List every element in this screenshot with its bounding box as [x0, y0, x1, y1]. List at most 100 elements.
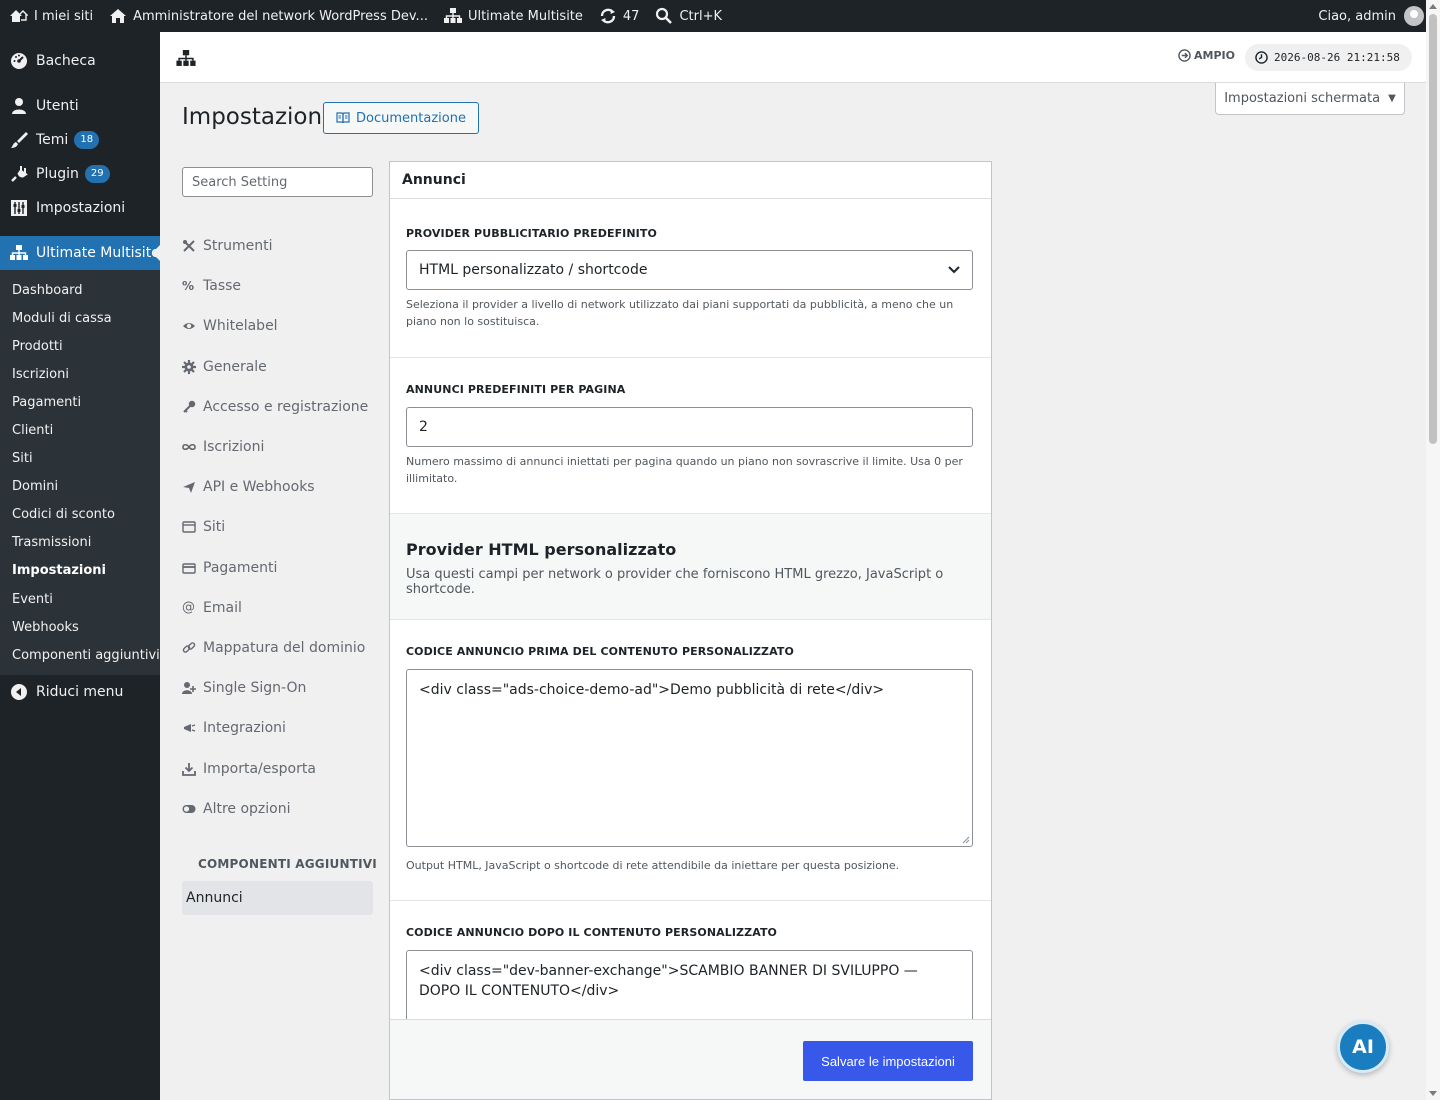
- ultimate-multisite-menu[interactable]: Ultimate Multisite: [436, 0, 591, 32]
- tools-icon: [183, 240, 195, 252]
- nav-single-sign-on[interactable]: Single Sign-On: [182, 668, 373, 708]
- submenu-checkout-forms[interactable]: Moduli di cassa: [0, 304, 160, 332]
- search-setting-input[interactable]: [182, 167, 373, 197]
- collapse-menu-label: Riduci menu: [36, 684, 124, 701]
- network-icon: [176, 50, 196, 66]
- paper-plane-icon: [183, 482, 195, 494]
- scrollbar-thumb[interactable]: [1429, 14, 1437, 444]
- save-settings-button[interactable]: Salvare le impostazioni: [803, 1041, 973, 1081]
- submenu-dashboard[interactable]: Dashboard: [0, 276, 160, 304]
- clock-icon: [1255, 51, 1268, 64]
- my-sites-label: I miei siti: [34, 8, 94, 24]
- plugin-icon: [11, 166, 28, 182]
- scroll-down-arrow[interactable]: [1429, 1091, 1437, 1096]
- documentation-button[interactable]: Documentazione: [323, 102, 479, 134]
- submenu-payments[interactable]: Pagamenti: [0, 388, 160, 416]
- addons-section-label: COMPONENTI AGGIUNTIVI: [198, 857, 377, 871]
- toggle-icon: [182, 804, 196, 813]
- nav-email[interactable]: @ Email: [182, 588, 373, 628]
- user-add-icon: [182, 682, 196, 695]
- updates-menu[interactable]: 47: [591, 0, 648, 32]
- nav-sites-label: Siti: [203, 519, 226, 536]
- nav-integrations[interactable]: Integrazioni: [182, 708, 373, 748]
- menu-settings-label: Impostazioni: [36, 200, 126, 216]
- submenu-memberships[interactable]: Iscrizioni: [0, 360, 160, 388]
- infinity-icon: [182, 443, 196, 451]
- search-shortcut-label: Ctrl+K: [679, 8, 723, 24]
- chevron-down-icon: [948, 266, 960, 274]
- admin-sidebar: Bacheca Utenti Temi 18 Plugin 29 Imposta…: [0, 32, 160, 1100]
- clock-badge: 2026-08-26 21:21:58: [1245, 44, 1412, 71]
- menu-settings[interactable]: Impostazioni: [0, 191, 160, 225]
- before-content-description: Output HTML, JavaScript o shortcode di r…: [406, 859, 900, 872]
- per-page-label: ANNUNCI PREDEFINITI PER PAGINA: [406, 383, 626, 396]
- nav-general[interactable]: Generale: [182, 347, 373, 387]
- nav-sites[interactable]: Siti: [182, 507, 373, 547]
- nav-login-registration-label: Accesso e registrazione: [203, 398, 369, 415]
- nav-api-webhooks[interactable]: API e Webhooks: [182, 467, 373, 507]
- ai-assistant-button[interactable]: AI: [1337, 1021, 1389, 1073]
- multisite-submenu: Dashboard Moduli di cassa Prodotti Iscri…: [0, 270, 160, 676]
- screen-options-label: Impostazioni schermata: [1224, 91, 1381, 106]
- nav-import-export[interactable]: Importa/esporta: [182, 748, 373, 788]
- submenu-customers[interactable]: Clienti: [0, 416, 160, 444]
- provider-field: PROVIDER PUBBLICITARIO PREDEFINITO HTML …: [390, 199, 991, 358]
- my-sites-menu[interactable]: I miei siti: [0, 0, 101, 32]
- download-icon: [182, 762, 196, 776]
- nav-domain-mapping[interactable]: Mappatura del dominio: [182, 628, 373, 668]
- my-account-menu[interactable]: Ciao, admin: [1318, 6, 1440, 26]
- clock-value: 2026-08-26 21:21:58: [1274, 51, 1400, 64]
- menu-themes[interactable]: Temi 18: [0, 123, 160, 157]
- provider-selected-value: HTML personalizzato / shortcode: [419, 262, 648, 278]
- menu-users[interactable]: Utenti: [0, 89, 160, 123]
- after-content-label: CODICE ANNUNCIO DOPO IL CONTENUTO PERSON…: [406, 926, 778, 939]
- page-scrollbar[interactable]: [1426, 0, 1440, 1100]
- nav-tools[interactable]: Strumenti: [182, 226, 373, 266]
- submenu-domains[interactable]: Domini: [0, 473, 160, 501]
- network-icon: [443, 8, 462, 23]
- provider-select[interactable]: HTML personalizzato / shortcode: [406, 250, 973, 290]
- at-sign-icon: @: [182, 600, 195, 616]
- nav-payments[interactable]: Pagamenti: [182, 548, 373, 588]
- greeting: Ciao, admin: [1318, 8, 1396, 24]
- wide-toggle[interactable]: AMPIO: [1178, 49, 1235, 62]
- scroll-up-arrow[interactable]: [1429, 4, 1437, 9]
- menu-plugins[interactable]: Plugin 29: [0, 157, 160, 191]
- submenu-products[interactable]: Prodotti: [0, 332, 160, 360]
- nav-addon-ads[interactable]: Annunci: [182, 881, 373, 915]
- provider-description: Seleziona il provider a livello di netwo…: [406, 298, 954, 328]
- submenu-settings[interactable]: Impostazioni: [0, 557, 160, 585]
- submenu-webhooks[interactable]: Webhooks: [0, 613, 160, 641]
- nav-taxes[interactable]: % Tasse: [182, 266, 373, 306]
- menu-dashboard[interactable]: Bacheca: [0, 44, 160, 78]
- nav-payments-label: Pagamenti: [203, 559, 278, 576]
- nav-domain-mapping-label: Mappatura del dominio: [203, 639, 366, 656]
- plugins-badge: 29: [84, 165, 110, 183]
- submenu-discount-codes[interactable]: Codici di sconto: [0, 501, 160, 529]
- book-icon: [336, 112, 350, 124]
- nav-api-webhooks-label: API e Webhooks: [203, 479, 315, 496]
- collapse-menu[interactable]: Riduci menu: [0, 675, 160, 709]
- search-icon: [656, 7, 673, 24]
- network-admin-menu[interactable]: Amministratore del network WordPress Dev…: [101, 0, 436, 32]
- submenu-events[interactable]: Eventi: [0, 585, 160, 613]
- nav-whitelabel[interactable]: Whitelabel: [182, 306, 373, 346]
- nav-memberships[interactable]: Iscrizioni: [182, 427, 373, 467]
- screen-options-button[interactable]: Impostazioni schermata ▼: [1215, 83, 1405, 115]
- caret-down-icon: ▼: [1388, 93, 1396, 104]
- before-content-textarea[interactable]: <div class="ads-choice-demo-ad">Demo pub…: [406, 669, 973, 847]
- network-admin-label: Amministratore del network WordPress Dev…: [133, 8, 428, 24]
- nav-memberships-label: Iscrizioni: [203, 439, 265, 456]
- my-sites-icon: [10, 10, 28, 22]
- nav-login-registration[interactable]: Accesso e registrazione: [182, 387, 373, 427]
- search-shortcut[interactable]: Ctrl+K: [647, 0, 730, 32]
- nav-other-options[interactable]: Altre opzioni: [182, 789, 373, 829]
- link-icon: [182, 642, 196, 653]
- per-page-input[interactable]: 2: [406, 407, 973, 447]
- submenu-addons[interactable]: Componenti aggiuntivi: [0, 641, 160, 669]
- menu-ultimate-multisite[interactable]: Ultimate Multisite: [0, 236, 160, 270]
- menu-ultimate-multisite-label: Ultimate Multisite: [36, 245, 160, 261]
- submenu-sites[interactable]: Siti: [0, 445, 160, 473]
- submenu-broadcasts[interactable]: Trasmissioni: [0, 529, 160, 557]
- resize-handle-icon: [962, 836, 970, 844]
